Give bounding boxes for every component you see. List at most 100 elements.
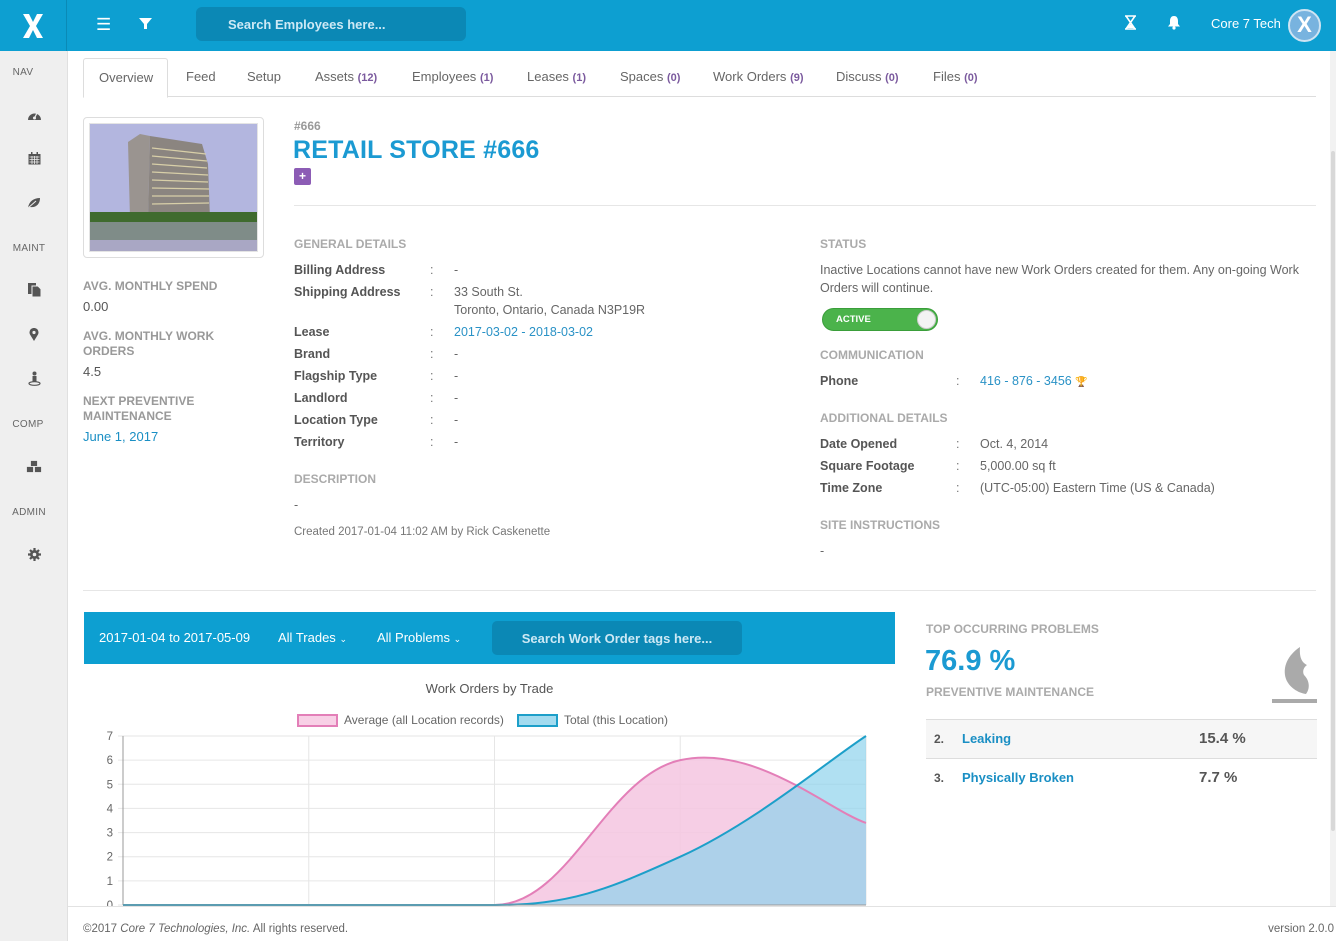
tab-count: (0) [964,72,978,84]
tab-label: Files [933,69,961,84]
phone-link[interactable]: 416 - 876 - 3456 🏆 [980,372,1088,392]
avg-monthly-spend-value: 0.00 [83,299,109,314]
shipping-address-line1: 33 South St. [454,285,523,299]
separator: : [430,325,434,339]
tab-overview[interactable]: Overview [83,58,169,98]
tab-discuss[interactable]: Discuss (0) [836,58,899,97]
tab-label: Feed [186,69,216,84]
active-toggle[interactable]: ACTIVE [822,308,938,331]
avg-monthly-wo-value: 4.5 [83,364,102,379]
page-scrollbar[interactable] [1330,51,1336,906]
bell-icon[interactable] [1167,15,1181,35]
leaf-icon[interactable] [24,196,44,212]
tab-label: Spaces [620,69,664,84]
page-title: RETAIL STORE #666 [293,136,540,164]
flagship-type-value: - [454,369,459,383]
add-tag-button[interactable]: + [294,168,311,185]
y-tick-label: 6 [107,755,113,767]
problem-link[interactable]: Leaking [962,731,1011,746]
tab-employees[interactable]: Employees (1) [412,58,493,97]
building-image [89,123,258,252]
work-order-tag-search-input[interactable]: Search Work Order tags here... [492,621,742,655]
divider [83,590,1316,591]
tab-work-orders[interactable]: Work Orders (9) [713,58,804,97]
y-tick-label: 3 [107,828,113,840]
problem-row: 2. Leaking 15.4 % [926,719,1317,758]
separator: : [956,437,960,451]
problems-dropdown-label: All Problems [377,630,450,645]
person-pin-icon[interactable] [24,371,44,389]
tab-leases[interactable]: Leases (1) [527,58,586,97]
sidebar-section-maint: MAINT [12,243,46,254]
tab-assets[interactable]: Assets (12) [315,58,377,97]
location-photo[interactable] [83,117,264,258]
tab-files[interactable]: Files (0) [933,58,978,97]
hourglass-icon[interactable] [1124,15,1137,35]
time-zone-value: (UTC-05:00) Eastern Time (US & Canada) [980,481,1215,495]
top-bar: ☰ Search Employees here... Core 7 Tech X [0,0,1336,51]
created-info: Created 2017-01-04 11:02 AM by Rick Cask… [294,526,551,538]
problem-row: 3. Physically Broken 7.7 % [926,758,1317,797]
tab-setup[interactable]: Setup [247,58,281,97]
billing-address-label: Billing Address [294,263,386,277]
description-heading: DESCRIPTION [294,472,377,486]
billing-address-value: - [454,263,459,277]
legend-item-total[interactable]: Total (this Location) [517,713,668,727]
tab-label: Leases [527,69,569,84]
next-pm-label: NEXT PREVENTIVE MAINTENANCE [83,394,195,423]
cubes-icon[interactable] [24,460,44,477]
legend-item-average[interactable]: Average (all Location records) [297,713,504,727]
tab-count: (0) [667,72,681,84]
avatar[interactable]: X [1288,9,1321,42]
top-problem-name: PREVENTIVE MAINTENANCE [926,685,1095,699]
scrollbar-thumb[interactable] [1331,151,1335,831]
problem-link[interactable]: Physically Broken [962,770,1074,785]
tab-label: Setup [247,69,281,84]
calendar-icon[interactable] [24,152,44,168]
site-instructions-heading: SITE INSTRUCTIONS [820,518,941,532]
status-heading: STATUS [820,237,867,251]
time-zone-label: Time Zone [820,481,883,495]
general-details-heading: GENERAL DETAILS [294,237,407,251]
sidebar: NAV MAINT COMP ADMIN [0,51,68,941]
y-tick-label: 2 [107,852,113,864]
user-name[interactable]: Core 7 Tech [1211,16,1281,31]
menu-icon[interactable]: ☰ [96,15,111,35]
filter-icon[interactable] [139,15,152,35]
flagship-type-label: Flagship Type [294,369,378,383]
next-pm-date-link[interactable]: June 1, 2017 [83,429,158,444]
chart-title: Work Orders by Trade [425,681,554,696]
tab-spaces[interactable]: Spaces (0) [620,58,680,97]
separator: : [956,374,960,388]
territory-value: - [454,435,459,449]
toggle-knob [917,310,936,329]
problem-percent: 7.7 % [1199,769,1238,786]
dashboard-icon[interactable] [24,108,44,124]
problems-dropdown[interactable]: All Problems ⌄ [377,630,461,645]
lease-label: Lease [294,325,330,339]
additional-details-heading: ADDITIONAL DETAILS [820,411,948,425]
employee-search-input[interactable]: Search Employees here... [196,7,466,41]
phone-number: 416 - 876 - 3456 [980,374,1072,388]
problem-rank: 3. [934,771,945,785]
divider [294,205,1316,206]
trades-dropdown[interactable]: All Trades ⌄ [278,630,347,645]
gear-icon[interactable] [24,548,44,564]
date-range-picker[interactable]: 2017-01-04 to 2017-05-09 [99,630,250,645]
y-tick-label: 7 [107,731,113,743]
work-order-filter-bar: 2017-01-04 to 2017-05-09 All Trades ⌄ Al… [84,612,895,664]
tab-label: Assets [315,69,355,84]
separator: : [430,391,434,405]
tab-feed[interactable]: Feed [186,58,216,97]
company-name: Core 7 Technologies, Inc. [120,923,251,935]
app-logo[interactable] [0,0,67,51]
communication-heading: COMMUNICATION [820,348,924,362]
copyright-year: ©2017 [83,923,121,935]
location-number: #666 [294,119,321,133]
location-type-value: - [454,413,459,427]
lease-link[interactable]: 2017-03-02 - 2018-03-02 [454,323,593,341]
brand-value: - [454,347,459,361]
map-marker-icon[interactable] [24,327,44,344]
legend-label-total: Total (this Location) [564,713,669,727]
documents-icon[interactable] [24,283,44,300]
